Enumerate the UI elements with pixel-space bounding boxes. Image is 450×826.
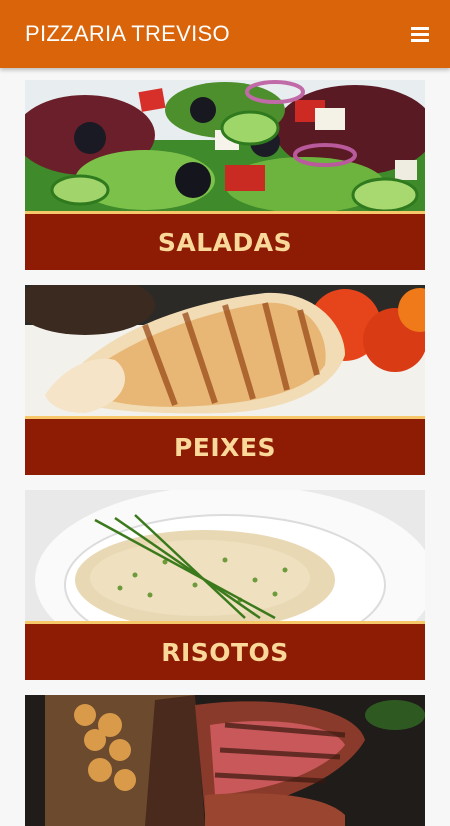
category-card-saladas[interactable]: SALADAS <box>25 80 425 270</box>
category-label: PEIXES <box>25 416 425 475</box>
category-label: SALADAS <box>25 211 425 270</box>
app-title: PIZZARIA TREVISO <box>25 21 230 46</box>
category-label: RISOTOS <box>25 621 425 680</box>
hamburger-menu-icon <box>411 26 429 42</box>
category-list: SALADAS PEIXES RISOTOS <box>0 68 450 826</box>
category-card-peixes[interactable]: PEIXES <box>25 285 425 475</box>
menu-button[interactable] <box>408 22 432 46</box>
category-card-risotos[interactable]: RISOTOS <box>25 490 425 680</box>
grilled-steak-photo <box>25 695 425 826</box>
grilled-fish-photo <box>25 285 425 416</box>
category-card-carnes[interactable] <box>25 695 425 826</box>
risotto-photo <box>25 490 425 621</box>
salad-photo <box>25 80 425 211</box>
app-bar: PIZZARIA TREVISO <box>0 0 450 68</box>
